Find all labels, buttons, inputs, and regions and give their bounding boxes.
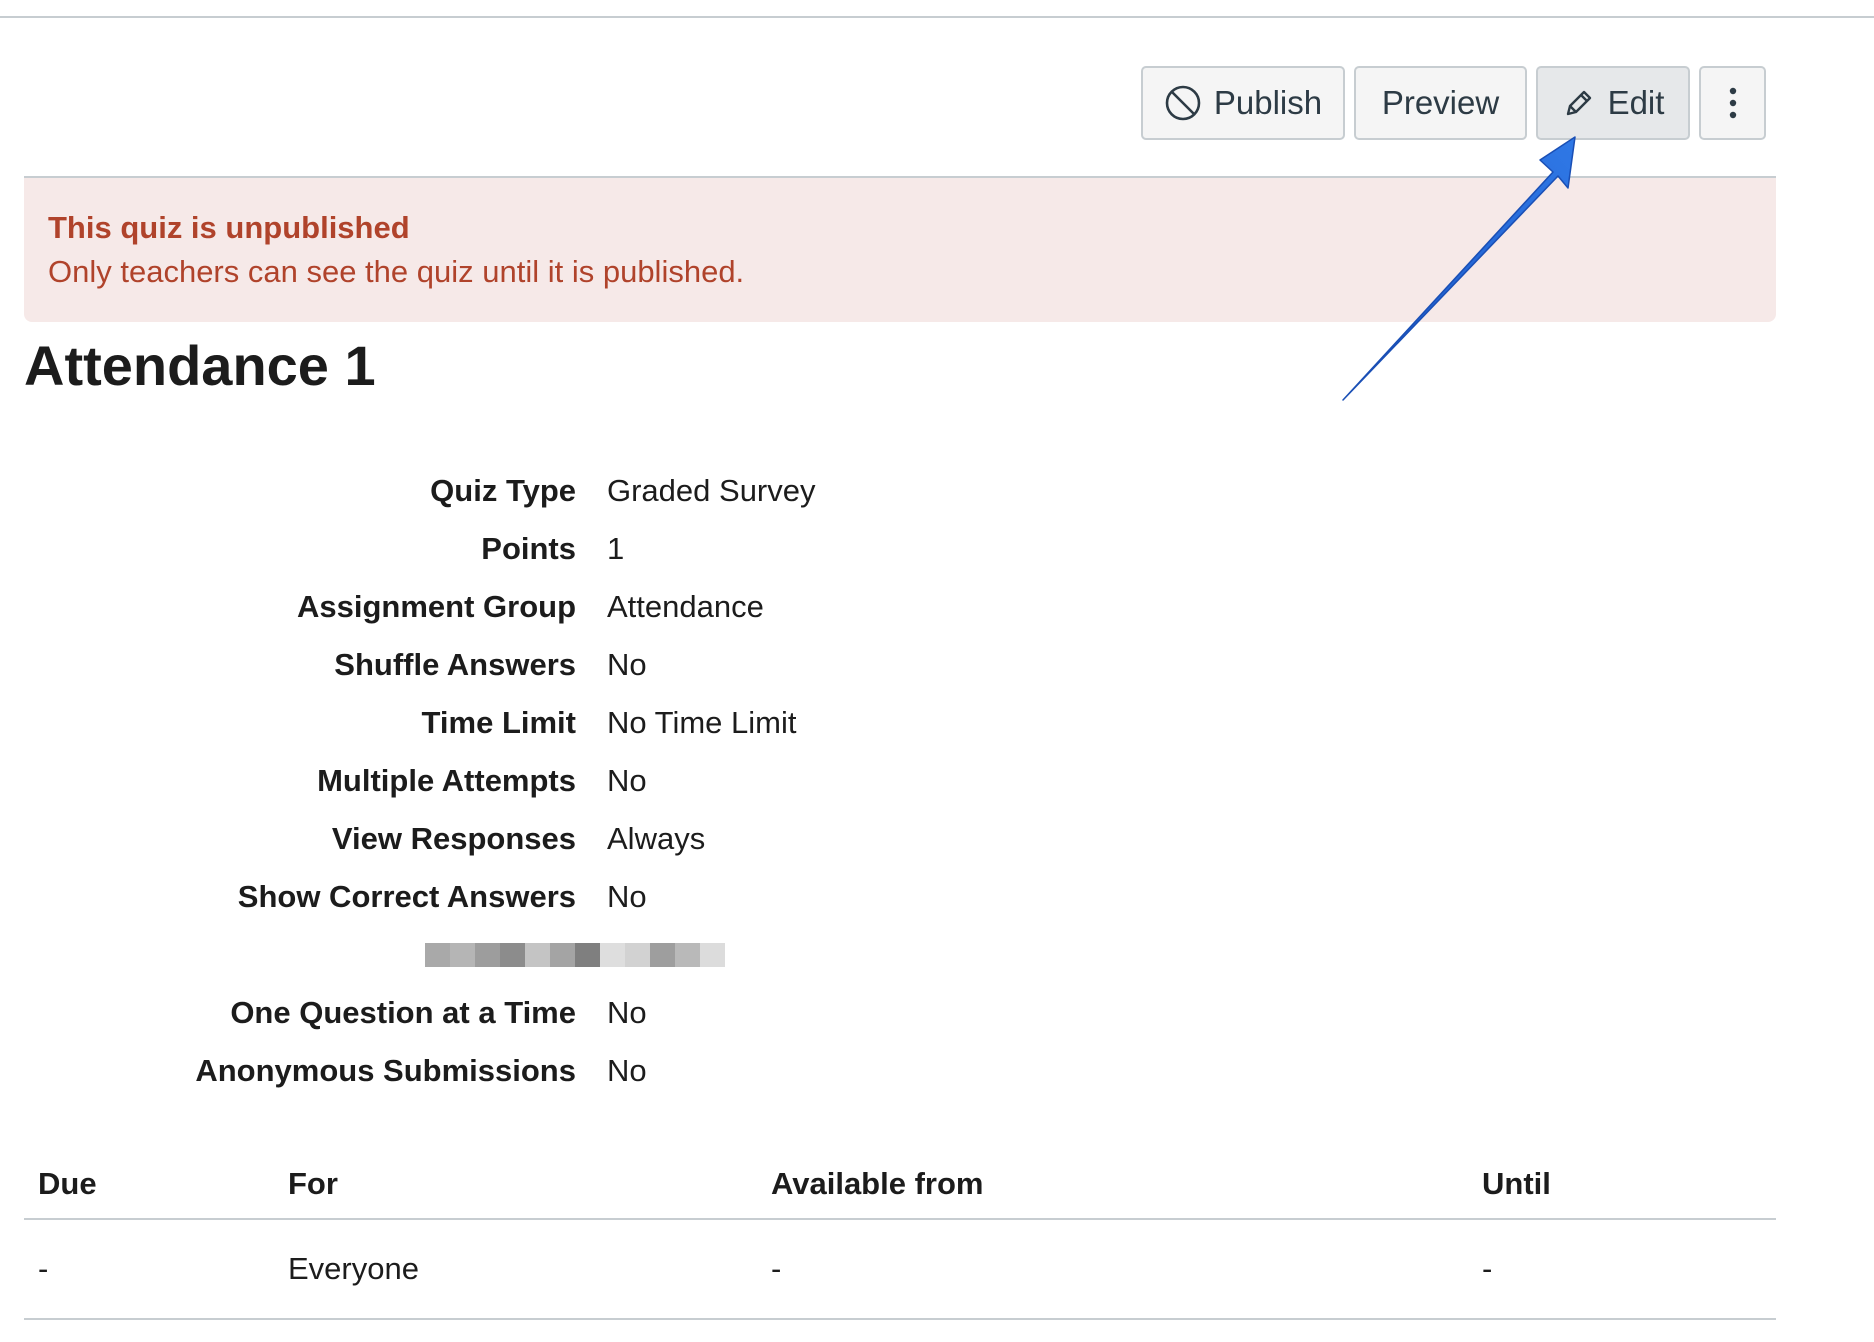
detail-label: Points	[481, 531, 576, 566]
until-cell: -	[1482, 1251, 1493, 1286]
detail-value: Attendance	[607, 589, 764, 624]
detail-row-shuffle-answers: Shuffle Answers No	[0, 636, 1200, 694]
detail-row-multiple-attempts: Multiple Attempts No	[0, 752, 1200, 810]
column-header-until: Until	[1482, 1166, 1551, 1201]
publish-button[interactable]: Publish	[1141, 66, 1345, 140]
unpublished-circle-slash-icon	[1164, 84, 1202, 122]
detail-value: 1	[607, 531, 625, 566]
detail-row-assignment-group: Assignment Group Attendance	[0, 578, 1200, 636]
detail-label: Multiple Attempts	[317, 763, 576, 798]
quiz-toolbar: Publish Preview Edit	[1141, 66, 1766, 140]
detail-value: No	[607, 879, 647, 914]
detail-row-quiz-type: Quiz Type Graded Survey	[0, 462, 1200, 520]
detail-label: Assignment Group	[296, 589, 576, 624]
pencil-icon	[1562, 86, 1596, 120]
unpublished-alert-banner: This quiz is unpublished Only teachers c…	[24, 176, 1776, 322]
detail-value: No	[607, 647, 647, 682]
detail-row-points: Points 1	[0, 520, 1200, 578]
detail-value: Graded Survey	[607, 473, 816, 508]
redacted-detail-row	[0, 926, 1200, 984]
detail-label: One Question at a Time	[230, 995, 576, 1030]
publish-button-label: Publish	[1213, 84, 1323, 121]
detail-label: Show Correct Answers	[237, 879, 576, 914]
detail-value: No Time Limit	[607, 705, 797, 740]
banner-title: This quiz is unpublished	[48, 210, 410, 245]
detail-label: Quiz Type	[430, 473, 576, 508]
banner-message: Only teachers can see the quiz until it …	[48, 254, 745, 289]
table-header-row: Due For Available from Until	[24, 1150, 1776, 1220]
table-row: - Everyone - -	[24, 1220, 1776, 1320]
preview-button[interactable]: Preview	[1354, 66, 1527, 140]
edit-button-label: Edit	[1607, 84, 1665, 121]
vertical-ellipsis-icon	[1728, 86, 1738, 120]
detail-value: No	[607, 1053, 647, 1088]
detail-label: Time Limit	[421, 705, 576, 740]
column-header-for: For	[288, 1166, 338, 1201]
pixelated-redaction	[425, 943, 725, 967]
detail-row-view-responses: View Responses Always	[0, 810, 1200, 868]
due-cell: -	[38, 1251, 49, 1286]
page-title: Attendance 1	[24, 334, 376, 397]
detail-row-show-correct-answers: Show Correct Answers No	[0, 868, 1200, 926]
detail-label: Shuffle Answers	[334, 647, 576, 682]
detail-value: Always	[607, 821, 706, 856]
detail-label: Anonymous Submissions	[195, 1053, 576, 1088]
column-header-available-from: Available from	[771, 1166, 984, 1201]
detail-row-time-limit: Time Limit No Time Limit	[0, 694, 1200, 752]
for-cell: Everyone	[288, 1251, 419, 1286]
detail-value: No	[607, 763, 647, 798]
edit-button[interactable]: Edit	[1536, 66, 1690, 140]
availability-table: Due For Available from Until - Everyone …	[24, 1150, 1776, 1320]
column-header-due: Due	[38, 1166, 97, 1201]
detail-row-anonymous-submissions: Anonymous Submissions No	[0, 1042, 1200, 1100]
available-from-cell: -	[771, 1251, 782, 1286]
preview-button-label: Preview	[1381, 84, 1500, 121]
detail-value: No	[607, 995, 647, 1030]
quiz-details-list: Quiz Type Graded Survey Points 1 Assignm…	[0, 462, 1200, 1100]
detail-row-one-question-at-a-time: One Question at a Time No	[0, 984, 1200, 1042]
detail-label: View Responses	[331, 821, 576, 856]
top-divider	[0, 16, 1874, 18]
more-options-button[interactable]	[1699, 66, 1766, 140]
